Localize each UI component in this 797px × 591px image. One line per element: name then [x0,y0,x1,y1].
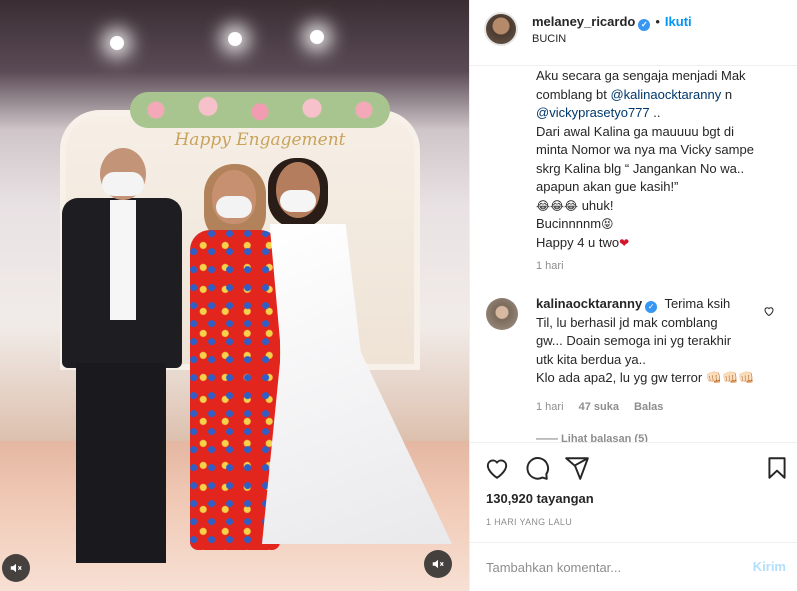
add-comment-bar: Kirim [470,542,797,591]
comment-avatar[interactable] [486,298,518,330]
caption-line: comblang bt @kalinaocktaranny n [536,86,733,102]
laughing-emoji: 😂😂😂 [536,198,579,213]
avatar[interactable] [484,12,518,46]
comment-first-line: kalinaocktaranny ✓ Terima ksih [536,295,764,314]
post-caption: Aku secara ga sengaja menjadi Mak combla… [536,67,776,252]
comment-line: gw... Doain semoga ini yg terakhir [536,333,732,348]
caption-line: @vickyprasetyo777 .. [536,105,661,120]
mention-link[interactable]: @vickyprasetyo777 [536,105,650,120]
comment-username[interactable]: kalinaocktaranny [536,296,642,311]
caption-line: minta Nomor wa nya ma Vicky sampe [536,142,754,157]
verified-badge-icon: ✓ [645,301,658,314]
mention-link[interactable]: @kalinaocktaranny [610,87,721,102]
stage-light [110,36,124,50]
separator: • [655,14,660,29]
view-replies-link[interactable]: —— Lihat balasan (5) [536,433,648,442]
post-media[interactable]: Happy Engagement [0,0,469,591]
view-count[interactable]: 130,920 tayangan [486,491,594,506]
stage-light [228,32,242,46]
caption-line: Happy 4 u two❤ [536,234,630,250]
share-icon[interactable] [564,455,590,481]
engagement-sign: Happy Engagement [174,130,346,150]
caption-line: apapun akan gue kasih!” [536,179,679,194]
follow-button[interactable]: Ikuti [665,14,692,29]
location-link[interactable]: BUCIN [532,33,566,45]
reply-button[interactable]: Balas [634,401,663,413]
comments-list[interactable]: Aku secara ga sengaja menjadi Mak combla… [470,67,797,442]
comment-likes[interactable]: 47 suka [579,401,619,413]
username-link[interactable]: melaney_ricardo [532,14,635,29]
caption-line: 😂😂😂 uhuk! [536,197,614,213]
comment-timestamp[interactable]: 1 hari [536,401,564,413]
caption-timestamp[interactable]: 1 hari [536,260,564,272]
post-actions: 130,920 tayangan 1 HARI YANG LALU [470,442,797,542]
comment-input[interactable] [486,555,726,579]
comment-line: Til, lu berhasil jd mak comblang [536,314,718,330]
flower-garland [130,92,390,128]
person-woman-white-gown [262,158,452,552]
mute-button[interactable] [424,550,452,578]
post-date[interactable]: 1 HARI YANG LALU [486,517,572,527]
speaker-muted-icon [10,563,22,573]
post-sidebar: melaney_ricardo ✓ • Ikuti BUCIN Aku secara … [469,0,797,591]
bookmark-icon[interactable] [764,455,790,481]
comment: kalinaocktaranny ✓ Terima ksih Til, lu be… [536,295,764,388]
comment-line: Klo ada apa2, lu yg gw terror 👊🏻👊🏻👊🏻 [536,370,755,385]
post-header: melaney_ricardo ✓ • Ikuti BUCIN [470,0,797,66]
comment-icon[interactable] [524,455,550,481]
post-author: melaney_ricardo ✓ • Ikuti [532,14,692,31]
heart-emoji: ❤ [619,235,630,250]
comment-line: utk kita berdua ya.. [536,351,646,367]
like-comment-heart-icon[interactable] [763,305,775,317]
mute-button[interactable] [2,554,30,582]
caption-line: Aku secara ga sengaja menjadi Mak [536,68,746,83]
caption-meta: 1 hari [536,260,576,272]
caption-line: Bucinnnnm😝 [536,216,614,231]
heart-icon[interactable] [484,455,510,481]
comment-meta: 1 hari 47 suka Balas [536,401,675,413]
post-comment-button[interactable]: Kirim [753,559,786,574]
speaker-muted-icon [432,559,444,569]
stage-light [310,30,324,44]
person-man-suit [62,148,182,578]
caption-line: Dari awal Kalina ga mauuuu bgt di [536,123,735,139]
verified-badge-icon: ✓ [638,18,651,31]
caption-line: skrg Kalina blg “ Jangankan No wa.. [536,160,745,176]
tongue-emoji: 😝 [601,217,614,231]
